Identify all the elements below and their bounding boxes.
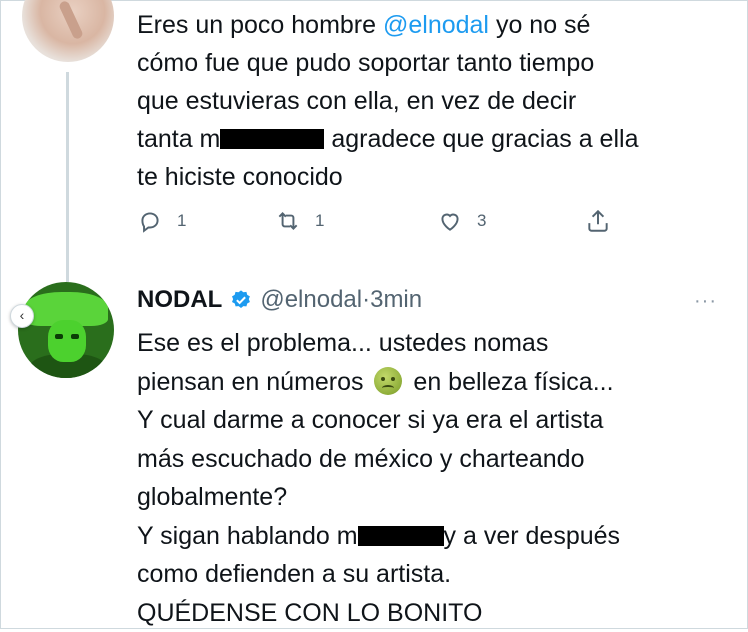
reply-text-part: agradece que gracias a ella: [324, 125, 639, 153]
more-options-icon[interactable]: ···: [694, 290, 717, 313]
retweet-icon: [278, 212, 298, 230]
tweet-text-line: Y cual darme a conocer si ya era el arti…: [137, 406, 604, 434]
nauseated-face-icon: [374, 366, 403, 395]
tweet-text-part: piensan en números: [137, 367, 371, 396]
tweet-text-part: Y sigan hablando m: [137, 521, 358, 550]
tweet-text-line: Ese es el problema... ustedes nomas: [137, 329, 549, 357]
tweet-text-line: globalmente?: [137, 483, 288, 511]
tweet-header: NODAL @elnodal · 3min: [137, 286, 422, 314]
thread-connector-line: [66, 72, 69, 282]
tweet-text-part: en belleza física...: [406, 367, 614, 396]
censor-bar: [357, 525, 444, 546]
tweet-timestamp[interactable]: 3min: [370, 286, 422, 314]
nodal-avatar[interactable]: [18, 282, 114, 378]
mention-link[interactable]: @elnodal: [383, 11, 489, 39]
tweet-text-part: y a ver después: [443, 521, 621, 550]
reply-text-part: tanta m: [137, 125, 221, 153]
author-handle[interactable]: @elnodal: [260, 286, 362, 314]
reply-text-part: yo no sé: [489, 11, 591, 39]
reply-count: 1: [177, 211, 187, 230]
censor-bar: [220, 129, 325, 149]
nodal-tweet-text: Ese es el problema... ustedes nomas pien…: [137, 324, 727, 632]
reply-text-part: Eres un poco hombre: [137, 11, 383, 39]
reply-icon: [141, 212, 159, 233]
tweet-text-line: más escuchado de méxico y charteando: [137, 444, 585, 473]
verified-badge-icon: [232, 290, 251, 308]
author-display-name[interactable]: NODAL: [137, 286, 222, 314]
reply-tweet-text: Eres un poco hombre @elnodal yo no sé có…: [137, 6, 727, 196]
heart-icon: [441, 213, 459, 231]
reply-button[interactable]: 1: [137, 208, 186, 234]
share-button[interactable]: [585, 208, 611, 234]
reply-text-line: cómo fue que pudo soportar tanto tiempo: [137, 49, 595, 77]
reply-text-line: te hiciste conocido: [137, 163, 343, 191]
reply-text-line: que estuvieras con ella, en vez de decir: [137, 87, 577, 115]
like-count: 3: [477, 211, 487, 230]
tweet-text-line: QUÉDENSE CON LO BONITO: [137, 598, 483, 627]
header-separator: ·: [362, 286, 371, 313]
chevron-left-icon[interactable]: ‹: [10, 304, 34, 328]
reply-action-bar: 1 1 3: [137, 208, 617, 240]
like-button[interactable]: 3: [437, 208, 486, 234]
retweet-button[interactable]: 1: [275, 208, 324, 234]
tweet-text-line: como defienden a su artista.: [137, 560, 452, 588]
share-icon: [588, 209, 608, 232]
retweet-count: 1: [315, 211, 325, 230]
